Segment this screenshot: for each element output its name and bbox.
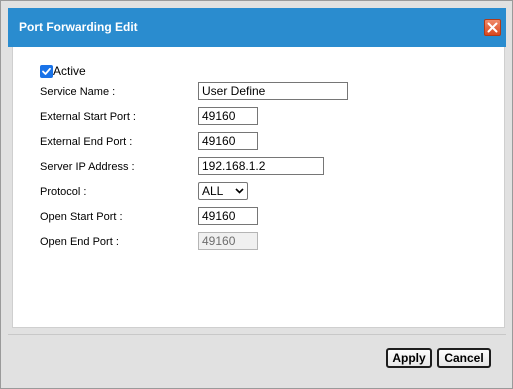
dialog-titlebar: Port Forwarding Edit xyxy=(8,8,506,47)
dialog-footer: Apply Cancel xyxy=(8,334,506,381)
port-forwarding-edit-dialog: Port Forwarding Edit Active Service Name… xyxy=(0,0,513,389)
service-name-label: Service Name : xyxy=(40,86,116,98)
server-ip-label: Server IP Address : xyxy=(40,161,135,173)
chevron-down-icon xyxy=(235,188,244,194)
external-start-port-input[interactable] xyxy=(198,107,258,125)
protocol-label: Protocol : xyxy=(40,186,87,198)
protocol-selected-value: ALL xyxy=(202,184,224,198)
service-name-input[interactable] xyxy=(198,82,348,100)
active-checkbox[interactable] xyxy=(40,64,53,78)
open-end-port-input xyxy=(198,232,258,250)
open-start-port-input[interactable] xyxy=(198,207,258,225)
dialog-content: Active Service Name : External Start Por… xyxy=(12,47,505,328)
dialog-title: Port Forwarding Edit xyxy=(19,20,138,34)
open-end-port-label: Open End Port : xyxy=(40,236,119,248)
active-label: Active xyxy=(53,64,86,78)
cancel-button[interactable]: Cancel xyxy=(437,348,491,368)
apply-button[interactable]: Apply xyxy=(386,348,432,368)
external-end-port-input[interactable] xyxy=(198,132,258,150)
server-ip-input[interactable] xyxy=(198,157,324,175)
external-end-port-label: External End Port : xyxy=(40,136,133,148)
close-button[interactable] xyxy=(484,19,501,36)
protocol-select[interactable]: ALL xyxy=(198,182,248,200)
check-icon xyxy=(42,67,51,75)
close-icon xyxy=(487,22,498,33)
active-row: Active xyxy=(40,64,86,78)
external-start-port-label: External Start Port : xyxy=(40,111,136,123)
open-start-port-label: Open Start Port : xyxy=(40,211,123,223)
